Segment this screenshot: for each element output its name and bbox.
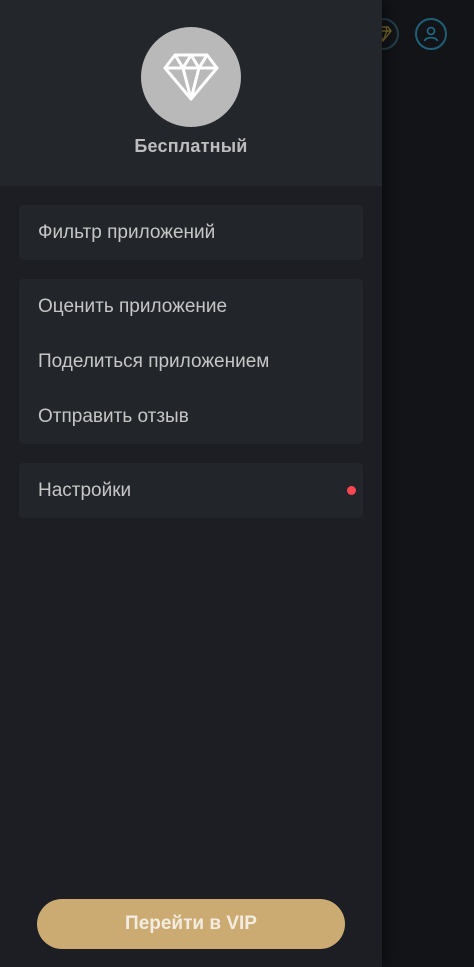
screen: Бесплатный Фильтр приложений Оценить при… [0,0,474,967]
menu-group-filter: Фильтр приложений [19,205,363,260]
diamond-icon [163,53,219,101]
background-profile-button[interactable] [415,18,447,50]
notification-dot [347,486,356,495]
menu-item-label: Настройки [38,479,132,501]
menu-item-app-filter[interactable]: Фильтр приложений [19,205,363,260]
menu-item-settings[interactable]: Настройки [19,463,363,518]
menu-group-settings: Настройки [19,463,363,518]
avatar[interactable] [141,27,241,127]
drawer-header: Бесплатный [0,0,382,186]
profile-icon [423,26,439,42]
plan-label: Бесплатный [134,136,248,156]
menu-item-label: Отправить отзыв [38,405,189,427]
go-vip-button[interactable]: Перейти в VIP [37,899,345,949]
menu-item-send-feedback[interactable]: Отправить отзыв [19,389,363,444]
menu-item-label: Поделиться приложением [38,350,270,372]
navigation-drawer: Бесплатный Фильтр приложений Оценить при… [0,0,382,967]
menu-item-label: Фильтр приложений [38,221,216,243]
menu-item-rate-app[interactable]: Оценить приложение [19,279,363,334]
menu-item-label: Оценить приложение [38,295,228,317]
menu-group-feedback: Оценить приложение Поделиться приложение… [19,279,363,444]
menu-item-share-app[interactable]: Поделиться приложением [19,334,363,389]
